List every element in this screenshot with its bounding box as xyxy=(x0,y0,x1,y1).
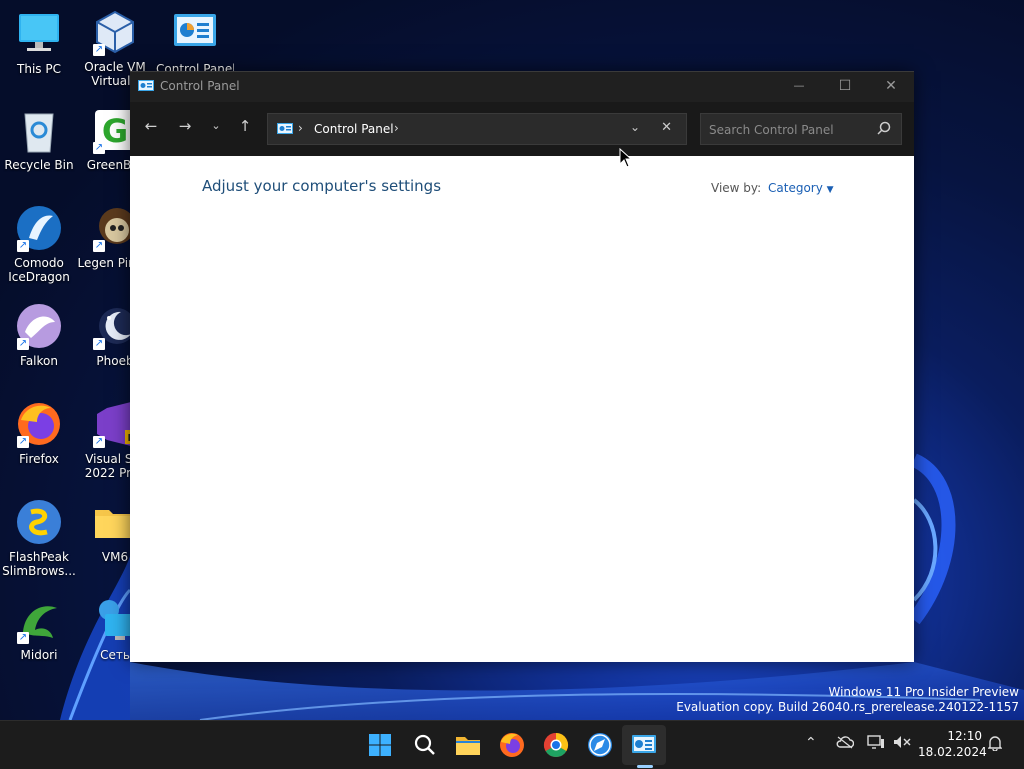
dropdown-triangle-icon: ▼ xyxy=(826,185,834,195)
system-clock[interactable]: 12:10 18.02.2024 xyxy=(918,728,987,760)
firefox-icon[interactable] xyxy=(496,729,528,761)
maximize-button[interactable]: ☐ xyxy=(822,72,868,102)
search-box[interactable] xyxy=(700,113,902,145)
title-bar[interactable]: Control Panel — ☐ ✕ xyxy=(130,71,914,102)
control-panel-icon xyxy=(171,10,219,58)
desktop-icon-midori[interactable]: ↗ Midori xyxy=(0,596,78,662)
svg-text:G: G xyxy=(102,112,128,150)
view-by-label: View by: xyxy=(711,181,762,195)
forward-arrow-icon[interactable]: → xyxy=(173,114,197,138)
back-arrow-icon[interactable]: ← xyxy=(139,114,163,138)
page-title: Adjust your computer's settings xyxy=(202,177,442,195)
shortcut-arrow-icon: ↗ xyxy=(93,44,105,56)
shortcut-arrow-icon: ↗ xyxy=(93,436,105,448)
falkon-icon: ↗ xyxy=(15,302,63,350)
recycle-bin-icon xyxy=(15,106,63,154)
volume-muted-icon[interactable] xyxy=(893,735,911,753)
firefox-icon: ↗ xyxy=(15,400,63,448)
breadcrumb-control-panel[interactable]: Control Panel xyxy=(314,122,394,136)
onedrive-cloud-icon[interactable] xyxy=(836,735,855,753)
desktop-icon-control-panel[interactable]: Control Panel xyxy=(156,10,234,76)
search-icon[interactable] xyxy=(877,121,891,135)
recent-chevron-down-icon[interactable]: ⌄ xyxy=(204,114,228,138)
network-display-icon[interactable] xyxy=(867,735,885,753)
desktop-icon-label: Midori xyxy=(20,648,58,662)
desktop-icon-label: Falkon xyxy=(20,354,58,368)
chrome-icon[interactable] xyxy=(540,729,572,761)
start-windows-icon[interactable] xyxy=(364,729,396,761)
desktop-icon-firefox[interactable]: ↗ Firefox xyxy=(0,400,78,466)
shortcut-arrow-icon: ↗ xyxy=(17,436,29,448)
breadcrumb-separator-icon[interactable]: › xyxy=(298,121,303,135)
taskbar: ⌃ 12:10 18.02.2024 xyxy=(0,720,1024,769)
show-hidden-icons-chevron-up-icon[interactable]: ⌃ xyxy=(805,735,817,751)
file-explorer-icon[interactable] xyxy=(452,729,484,761)
monitor-icon xyxy=(15,10,63,58)
control-panel-icon xyxy=(277,123,293,136)
address-bar[interactable]: › Control Panel › ⌄ ✕ xyxy=(267,113,687,145)
desktop-icon-this-pc[interactable]: This PC xyxy=(0,10,78,76)
midori-icon: ↗ xyxy=(15,596,63,644)
mouse-cursor-icon xyxy=(619,148,633,168)
desktop-icon-recycle-bin[interactable]: Recycle Bin xyxy=(0,106,78,172)
up-arrow-icon[interactable]: ↑ xyxy=(233,114,257,138)
shortcut-arrow-icon: ↗ xyxy=(17,338,29,350)
control-panel-window: Control Panel — ☐ ✕ ← → ⌄ ↑ › Control Pa… xyxy=(130,71,914,662)
search-input[interactable] xyxy=(707,120,871,140)
view-by-dropdown[interactable]: Category ▼ xyxy=(768,181,834,195)
control-panel-icon[interactable] xyxy=(628,729,660,761)
control-panel-icon xyxy=(138,80,154,94)
desktop-icon-flashpeak[interactable]: FlashPeak SlimBrows... xyxy=(0,498,78,578)
desktop-icon-falkon[interactable]: ↗ Falkon xyxy=(0,302,78,368)
clock-time: 12:10 xyxy=(947,729,982,743)
shortcut-arrow-icon: ↗ xyxy=(17,240,29,252)
slimbrowser-icon xyxy=(15,498,63,546)
desktop-icon-label: This PC xyxy=(17,62,61,76)
virtualbox-icon: ↗ xyxy=(91,8,139,56)
desktop-icon-comodo-icedragon[interactable]: ↗ Comodo IceDragon xyxy=(0,204,78,284)
address-history-chevron-down-icon[interactable]: ⌄ xyxy=(630,120,640,134)
shortcut-arrow-icon: ↗ xyxy=(17,632,29,644)
content-area: Adjust your computer's settings View by:… xyxy=(130,156,914,662)
minimize-button[interactable]: — xyxy=(776,72,822,102)
shortcut-arrow-icon: ↗ xyxy=(93,240,105,252)
clear-address-icon[interactable]: ✕ xyxy=(661,120,672,135)
clock-date: 18.02.2024 xyxy=(918,745,987,759)
breadcrumb-separator-icon[interactable]: › xyxy=(394,121,399,135)
notification-bell-icon[interactable] xyxy=(987,735,1003,755)
desktop-icon-label: FlashPeak SlimBrows... xyxy=(2,550,76,578)
search-icon[interactable] xyxy=(408,729,440,761)
browser-compass-icon[interactable] xyxy=(584,729,616,761)
shortcut-arrow-icon: ↗ xyxy=(93,142,105,154)
navigation-bar: ← → ⌄ ↑ › Control Panel › ⌄ ✕ xyxy=(130,102,914,156)
evaluation-watermark: Windows 11 Pro Insider Preview Evaluatio… xyxy=(676,685,1019,714)
desktop-icon-label: Firefox xyxy=(19,452,59,466)
desktop-icon-label: Recycle Bin xyxy=(4,158,74,172)
close-button[interactable]: ✕ xyxy=(868,72,914,102)
window-title: Control Panel xyxy=(160,79,240,93)
shortcut-arrow-icon: ↗ xyxy=(93,338,105,350)
desktop-icon-label: Comodo IceDragon xyxy=(8,256,70,284)
icedragon-icon: ↗ xyxy=(15,204,63,252)
